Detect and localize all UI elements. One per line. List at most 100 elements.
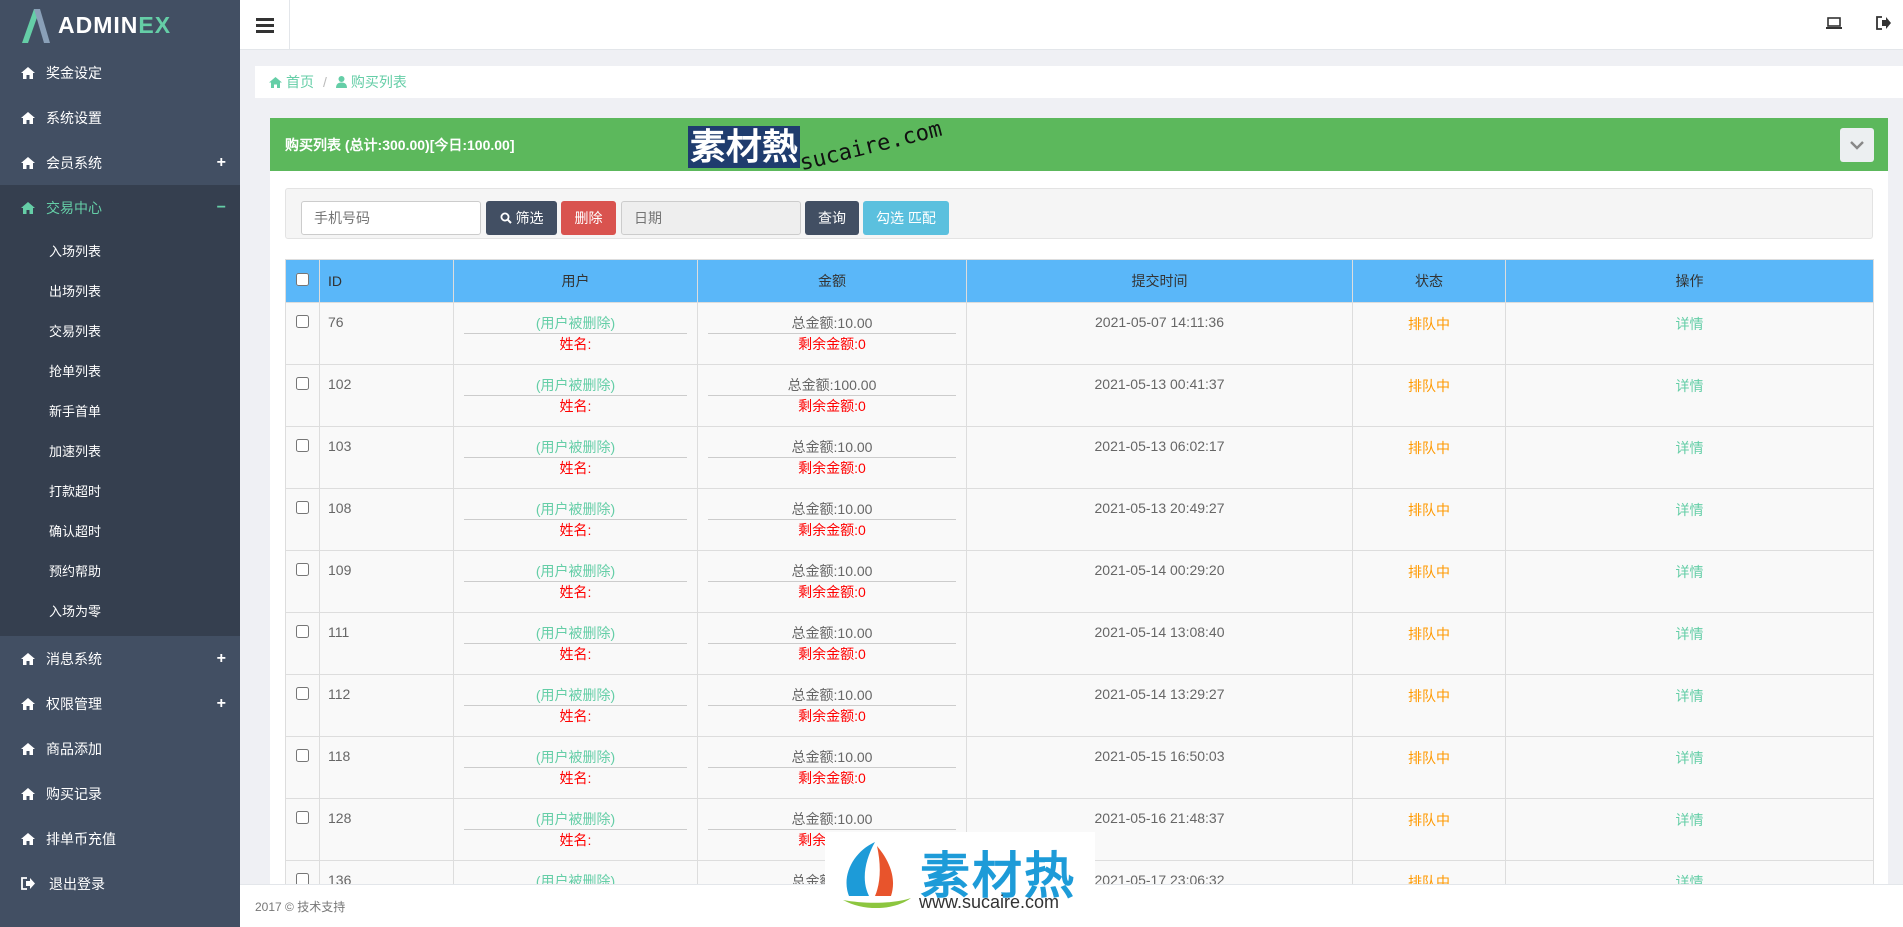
sidebar-subitem[interactable]: 入场列表	[0, 232, 240, 272]
row-details-link[interactable]: 详情	[1505, 612, 1874, 675]
row-details-link[interactable]: 详情	[1505, 426, 1874, 489]
query-button[interactable]: 查询	[805, 201, 859, 235]
sidebar-item[interactable]: 交易中心 −	[0, 185, 240, 230]
sidebar-subitem[interactable]: 打款超时	[0, 472, 240, 512]
sidebar-subitem[interactable]: 加速列表	[0, 432, 240, 472]
row-checkbox[interactable]	[296, 501, 309, 514]
row-details-link[interactable]: 详情	[1505, 736, 1874, 799]
row-amount-total: 总金额:10.00	[708, 500, 956, 520]
row-user-name: 姓名:	[559, 646, 592, 662]
row-submit-time: 2021-05-14 13:08:40	[966, 612, 1353, 675]
col-amount: 金额	[697, 259, 967, 303]
row-details-link[interactable]: 详情	[1505, 674, 1874, 737]
purchase-table: ID 用户 金额 提交时间 状态 操作 76 (用户被删除) 姓名: 总金额:10.0…	[285, 259, 1874, 888]
select-all-checkbox[interactable]	[296, 273, 309, 286]
row-checkbox[interactable]	[296, 625, 309, 638]
sidebar-subitem[interactable]: 交易列表	[0, 312, 240, 352]
row-amount: 总金额:10.00 剩余金额:0	[697, 426, 967, 489]
sidebar-item[interactable]: 商品添加	[0, 726, 240, 771]
sidebar-subitem[interactable]: 确认超时	[0, 512, 240, 552]
breadcrumb-current-label: 购买列表	[350, 74, 407, 90]
row-details-link[interactable]: 详情	[1505, 364, 1874, 427]
table-row: 103 (用户被删除) 姓名: 总金额:10.00 剩余金额:0 2021-05-13 0…	[285, 426, 1874, 489]
row-submit-time: 2021-05-14 13:29:27	[966, 674, 1353, 737]
row-submit-time: 2021-05-13 06:02:17	[966, 426, 1353, 489]
row-status-badge: 排队中	[1352, 364, 1506, 427]
row-user: (用户被删除) 姓名:	[453, 612, 698, 675]
row-checkbox[interactable]	[296, 377, 309, 390]
row-user: (用户被删除) 姓名:	[453, 736, 698, 799]
row-select-cell	[285, 612, 320, 675]
sidebar: ADMINEX 奖金设定系统设置 会员系统 + 交易中心 − 入场列表 出场列表 交易列表 抢单…	[0, 0, 240, 927]
sidebar-subitem[interactable]: 预约帮助	[0, 552, 240, 592]
breadcrumb-home[interactable]: 首页	[269, 72, 314, 92]
sidebar-item-logout[interactable]: 退出登录	[0, 861, 240, 906]
row-id: 109	[319, 550, 454, 613]
sidebar-item[interactable]: 会员系统 +	[0, 140, 240, 185]
user-icon	[335, 76, 347, 88]
sidebar-item[interactable]: 购买记录	[0, 771, 240, 816]
sidebar-subitem[interactable]: 入场为零	[0, 592, 240, 632]
row-user-name: 姓名:	[559, 584, 592, 600]
sidebar-item-label: 商品添加	[46, 740, 102, 757]
row-amount-remaining: 剩余金额:0	[798, 584, 866, 600]
row-id: 76	[319, 302, 454, 365]
table-header-row: ID 用户 金额 提交时间 状态 操作	[285, 259, 1874, 303]
row-status-badge: 排队中	[1352, 612, 1506, 675]
row-amount-total: 总金额:10.00	[708, 438, 956, 458]
row-user-status: (用户被删除)	[464, 500, 687, 520]
query-button-label: 查询	[818, 210, 846, 226]
menu-toggle-button[interactable]	[240, 0, 290, 50]
watermark-top-cn: 素材熱	[688, 118, 801, 170]
row-user: (用户被删除) 姓名:	[453, 674, 698, 737]
sidebar-item[interactable]: 消息系统 +	[0, 636, 240, 681]
date-input[interactable]	[621, 201, 801, 235]
sidebar-item[interactable]: 权限管理 +	[0, 681, 240, 726]
row-user: (用户被删除) 姓名:	[453, 302, 698, 365]
row-checkbox[interactable]	[296, 439, 309, 452]
row-select-cell	[285, 798, 320, 861]
top-header	[240, 0, 1903, 50]
row-user-name: 姓名:	[559, 460, 592, 476]
row-user: (用户被删除) 姓名:	[453, 550, 698, 613]
match-selected-button[interactable]: 勾选 匹配	[863, 201, 949, 235]
expand-toggle-icon: +	[216, 694, 226, 712]
row-id: 111	[319, 612, 454, 675]
row-id: 112	[319, 674, 454, 737]
delete-button[interactable]: 删除	[561, 201, 616, 235]
sidebar-item[interactable]: 系统设置	[0, 95, 240, 140]
laptop-icon[interactable]	[1826, 16, 1842, 33]
filter-button[interactable]: 筛选	[486, 201, 557, 235]
exit-icon[interactable]	[1876, 16, 1891, 33]
row-details-link[interactable]: 详情	[1505, 488, 1874, 551]
row-details-link[interactable]: 详情	[1505, 302, 1874, 365]
row-checkbox[interactable]	[296, 315, 309, 328]
match-button-label: 勾选 匹配	[876, 210, 936, 226]
sidebar-item[interactable]: 排单币充值	[0, 816, 240, 861]
logout-label: 退出登录	[49, 875, 105, 892]
sidebar-submenu: 入场列表 出场列表 交易列表 抢单列表 新手首单 加速列表 打款超时 确认超时 预约帮助 入场为零	[0, 230, 240, 636]
row-checkbox[interactable]	[296, 811, 309, 824]
collapse-panel-button[interactable]	[1840, 128, 1874, 162]
row-status-badge: 排队中	[1352, 798, 1506, 861]
sidebar-subitem[interactable]: 出场列表	[0, 272, 240, 312]
row-checkbox[interactable]	[296, 749, 309, 762]
row-details-link[interactable]: 详情	[1505, 798, 1874, 861]
panel-header: 购买列表 (总计:300.00)[今日:100.00]	[270, 118, 1888, 171]
row-amount-remaining: 剩余金额:0	[798, 646, 866, 662]
row-checkbox[interactable]	[296, 563, 309, 576]
sidebar-item-label: 奖金设定	[46, 64, 102, 81]
purchase-list-panel: 购买列表 (总计:300.00)[今日:100.00] 筛选 删除 查询 勾选 …	[270, 118, 1888, 888]
row-checkbox[interactable]	[296, 687, 309, 700]
brand-logo[interactable]: ADMINEX	[0, 0, 240, 50]
sidebar-subitem[interactable]: 新手首单	[0, 392, 240, 432]
row-amount-remaining: 剩余金额:0	[798, 398, 866, 414]
row-status-badge: 排队中	[1352, 426, 1506, 489]
sidebar-item[interactable]: 奖金设定	[0, 50, 240, 95]
row-amount-total: 总金额:10.00	[708, 748, 956, 768]
expand-toggle-icon: −	[216, 198, 226, 216]
phone-search-input[interactable]	[301, 201, 481, 235]
row-amount-remaining: 剩余金额:0	[798, 522, 866, 538]
row-details-link[interactable]: 详情	[1505, 550, 1874, 613]
sidebar-subitem[interactable]: 抢单列表	[0, 352, 240, 392]
